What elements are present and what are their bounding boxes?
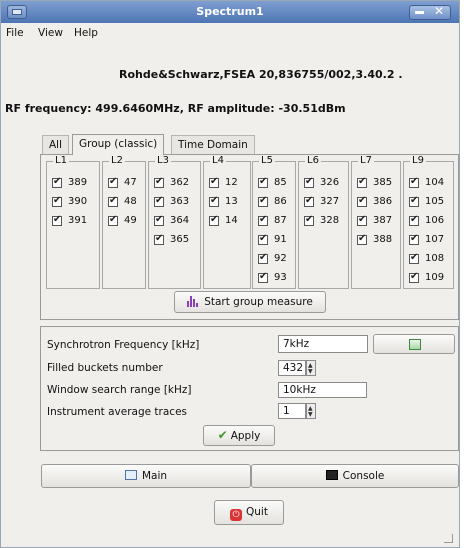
main-button[interactable]: Main [41, 464, 251, 488]
group-l9: L9 104 105 106 107 108 109 [403, 155, 454, 289]
group-title: L5 [259, 155, 275, 167]
start-group-measure-button[interactable]: Start group measure [174, 291, 326, 313]
window-search-input[interactable]: 10kHz [278, 382, 367, 398]
sync-frequency-input[interactable]: 7kHz [278, 335, 368, 353]
bar-chart-icon [187, 296, 200, 307]
bucket-checkbox[interactable]: 106 [409, 214, 461, 229]
checkmark-icon: ✔ [217, 428, 228, 442]
main-window-icon [124, 470, 137, 480]
main-window: Spectrum1 ✕ File View Help Rohde&Schwarz… [0, 0, 460, 548]
device-info: Rohde&Schwarz,FSEA 20,836755/002,3.40.2 … [119, 68, 403, 81]
average-traces-stepper[interactable]: ▲ ▼ [306, 403, 316, 419]
group-l6: L6 326 327 328 [298, 155, 349, 289]
group-l3: L3 362 363 364 365 [148, 155, 201, 289]
bucket-checkbox[interactable]: 388 [357, 233, 409, 248]
apply-button[interactable]: ✔ Apply [203, 425, 275, 446]
rf-status: RF frequency: 499.6460MHz, RF amplitude:… [5, 102, 346, 115]
main-label: Main [141, 470, 168, 482]
console-label: Console [342, 470, 385, 482]
bucket-checkbox[interactable]: 362 [154, 176, 206, 191]
bucket-checkbox[interactable]: 104 [409, 176, 461, 191]
group-l2: L2 47 48 49 [102, 155, 146, 289]
start-group-measure-label: Start group measure [204, 296, 313, 308]
filled-buckets-label: Filled buckets number [47, 362, 163, 374]
group-l4: L4 12 13 14 [203, 155, 251, 289]
menu-file[interactable]: File [6, 27, 24, 39]
bucket-checkbox[interactable]: 107 [409, 233, 461, 248]
group-title: L7 [358, 155, 374, 167]
sync-frequency-label: Synchrotron Frequency [kHz] [47, 339, 200, 351]
bucket-checkbox[interactable]: 386 [357, 195, 409, 210]
close-icon[interactable]: ✕ [434, 4, 444, 18]
bucket-checkbox[interactable]: 326 [304, 176, 356, 191]
menu-bar: File View Help [1, 24, 459, 42]
bucket-checkbox[interactable]: 387 [357, 214, 409, 229]
group-title: L9 [410, 155, 426, 167]
bucket-checkbox[interactable]: 389 [52, 176, 104, 191]
group-title: L6 [305, 155, 321, 167]
minimize-icon[interactable] [415, 11, 424, 14]
group-l5: L5 85 86 87 91 92 93 [252, 155, 296, 289]
menu-help[interactable]: Help [74, 27, 98, 39]
filled-buckets-input[interactable]: 432 [278, 360, 306, 376]
group-title: L1 [53, 155, 69, 167]
bucket-checkbox[interactable]: 365 [154, 233, 206, 248]
bucket-checkbox[interactable]: 327 [304, 195, 356, 210]
power-icon: ⏻ [230, 509, 243, 521]
bucket-checkbox[interactable]: 328 [304, 214, 356, 229]
group-title: L4 [210, 155, 226, 167]
apply-label: Apply [230, 430, 261, 442]
bucket-checkbox[interactable]: 105 [409, 195, 461, 210]
average-traces-label: Instrument average traces [47, 406, 188, 418]
group-l7: L7 385 386 387 388 [351, 155, 401, 289]
resize-grip-icon[interactable] [444, 534, 453, 543]
bucket-checkbox[interactable]: 363 [154, 195, 206, 210]
bucket-checkbox[interactable]: 385 [357, 176, 409, 191]
tab-group-classic[interactable]: Group (classic) [72, 134, 165, 155]
average-traces-input[interactable]: 1 [278, 403, 306, 419]
title-bar: Spectrum1 ✕ [1, 1, 459, 23]
group-l1: L1 389 390 391 [46, 155, 100, 289]
window-controls: ✕ [409, 4, 451, 20]
filled-buckets-stepper[interactable]: ▲ ▼ [306, 360, 316, 376]
group-title: L3 [155, 155, 171, 167]
console-button[interactable]: Console [251, 464, 459, 488]
console-icon [325, 470, 338, 480]
tab-all[interactable]: All [42, 135, 70, 154]
bucket-checkbox[interactable]: 364 [154, 214, 206, 229]
quit-button[interactable]: ⏻ Quit [214, 500, 284, 525]
tab-time-domain[interactable]: Time Domain [171, 135, 255, 154]
bucket-checkbox[interactable]: 108 [409, 252, 461, 267]
window-title: Spectrum1 [196, 5, 264, 18]
window-search-label: Window search range [kHz] [47, 384, 192, 396]
menu-view[interactable]: View [38, 27, 63, 39]
bucket-checkbox[interactable]: 390 [52, 195, 104, 210]
color-picker-button[interactable] [373, 334, 455, 354]
quit-label: Quit [246, 506, 268, 518]
color-picker-icon [409, 339, 421, 350]
bucket-checkbox[interactable]: 391 [52, 214, 104, 229]
bucket-checkbox[interactable]: 109 [409, 271, 461, 286]
group-title: L2 [109, 155, 125, 167]
